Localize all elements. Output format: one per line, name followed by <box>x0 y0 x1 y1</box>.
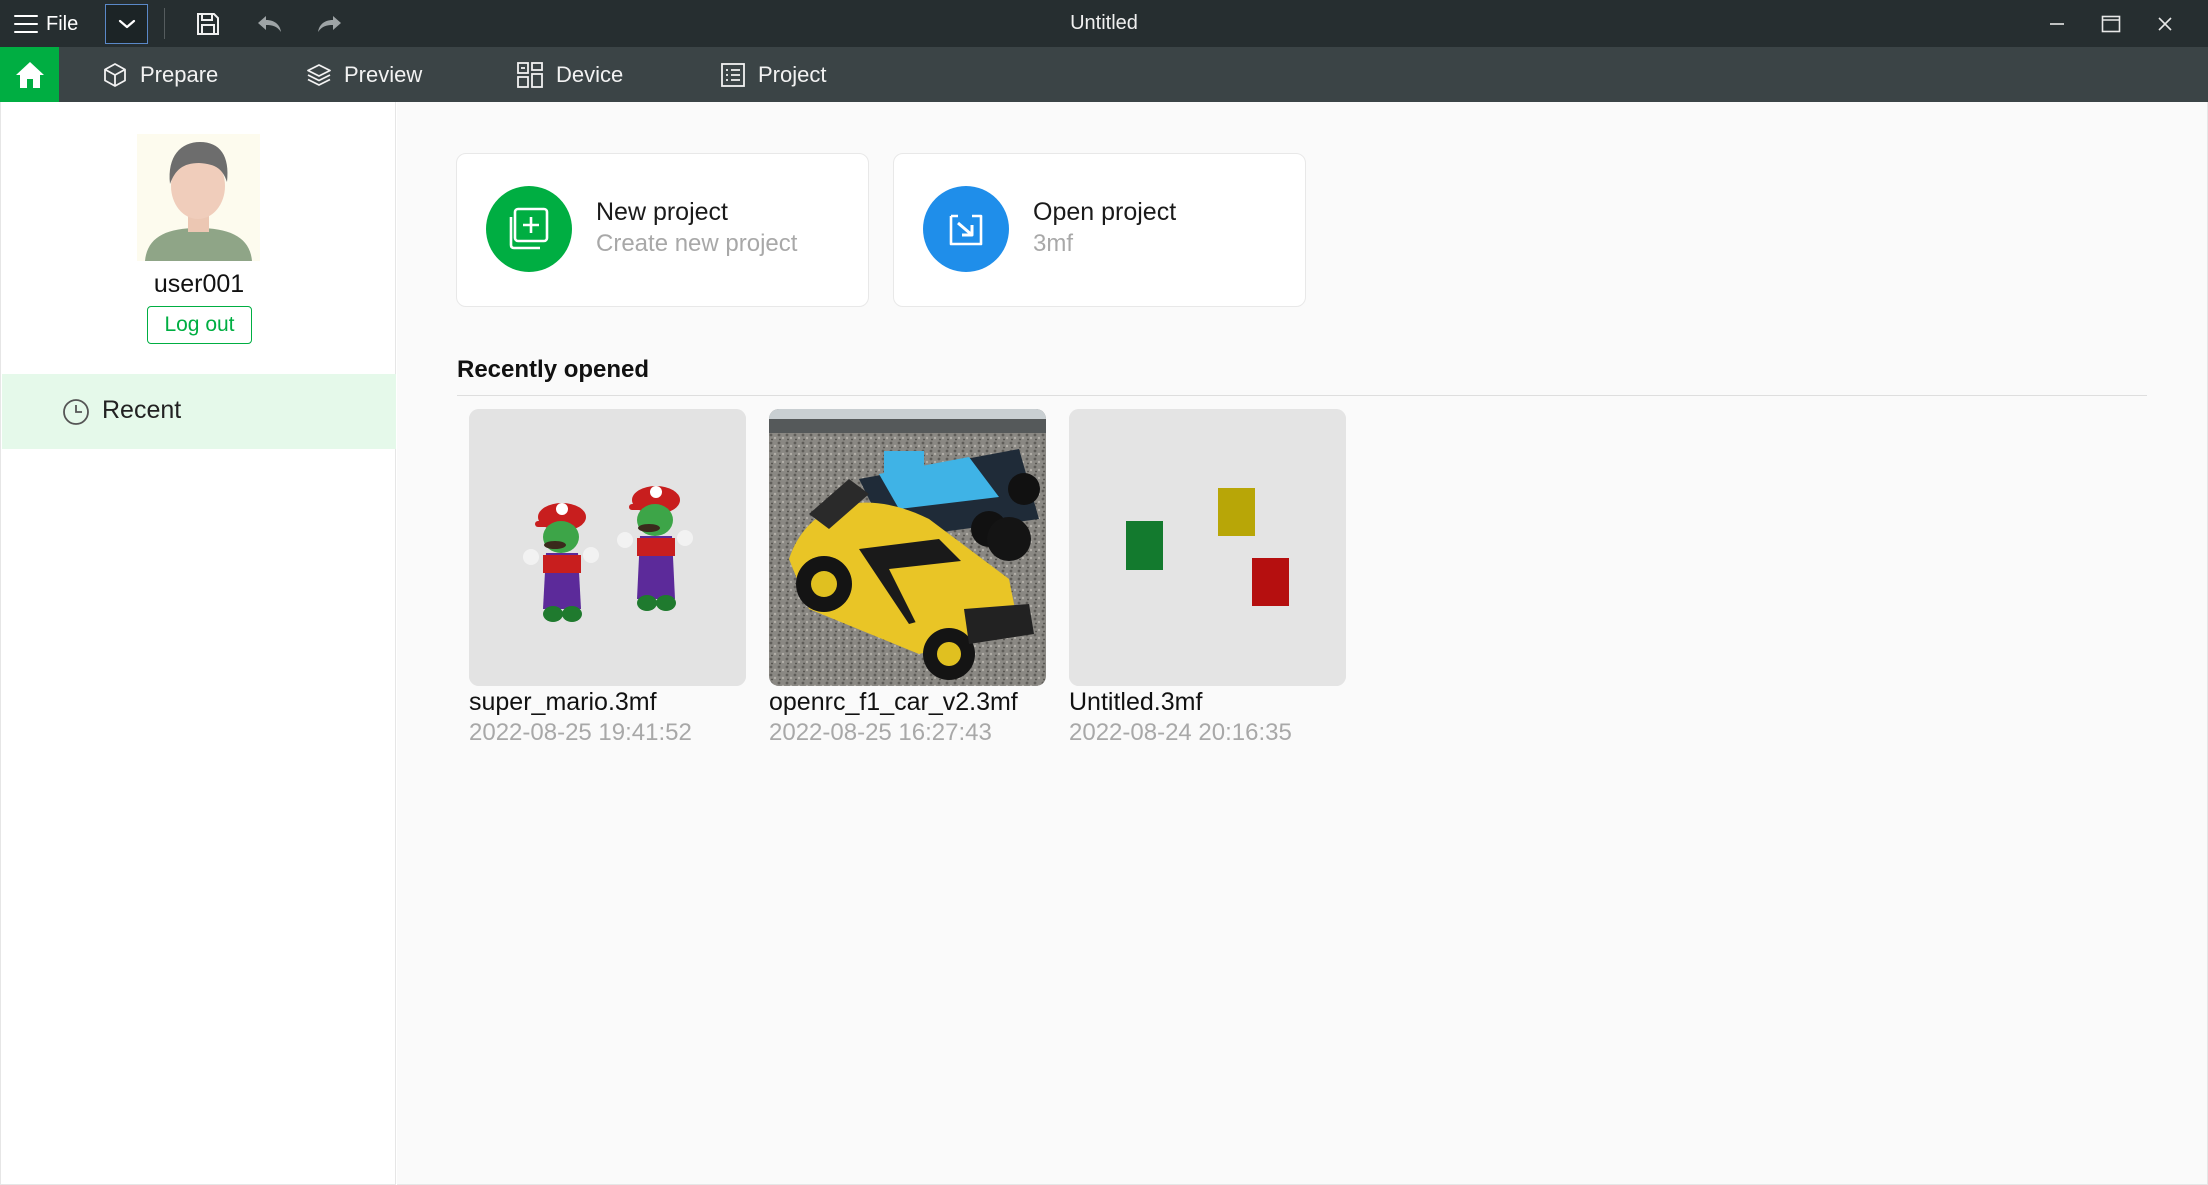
hamburger-icon <box>14 15 38 33</box>
save-icon <box>197 13 219 35</box>
undo-icon <box>258 16 281 32</box>
recent-file-item[interactable]: openrc_f1_car_v2.3mf 2022-08-25 16:27:43 <box>769 409 1046 747</box>
recent-file-date: 2022-08-24 20:16:35 <box>1069 719 1292 746</box>
minimize-icon <box>2050 23 2064 25</box>
open-project-icon <box>949 214 983 246</box>
recent-file-name: super_mario.3mf <box>469 688 657 716</box>
undo-button[interactable] <box>253 9 285 39</box>
mario-model-thumbnail <box>469 409 746 686</box>
tab-prepare-label: Prepare <box>140 61 219 87</box>
recent-file-date: 2022-08-25 19:41:52 <box>469 719 692 746</box>
untitled-model-thumbnail <box>1069 409 1346 686</box>
redo-button[interactable] <box>314 9 346 39</box>
logout-button[interactable]: Log out <box>147 306 252 344</box>
maximize-button[interactable] <box>2086 5 2136 43</box>
quick-access-dropdown-button[interactable] <box>105 4 148 44</box>
cube-icon <box>104 62 126 87</box>
tab-project[interactable]: Project <box>720 47 826 102</box>
redo-icon <box>318 16 341 32</box>
sidebar-item-recent[interactable]: Recent <box>2 374 396 449</box>
tab-device[interactable]: Device <box>516 47 623 102</box>
user-avatar-icon <box>137 134 260 261</box>
close-icon <box>2158 17 2172 31</box>
chevron-down-icon <box>118 19 135 29</box>
open-project-card[interactable]: Open project 3mf <box>893 153 1306 307</box>
avatar[interactable] <box>137 134 260 261</box>
recent-file-thumbnail <box>1069 409 1346 686</box>
layers-icon <box>307 63 331 86</box>
tab-device-label: Device <box>556 61 624 87</box>
document-list-icon <box>721 62 745 87</box>
recent-file-thumbnail <box>769 409 1046 686</box>
toolbar-divider <box>164 8 165 39</box>
sidebar: user001 Log out Recent <box>0 102 396 1185</box>
main-tab-bar: Prepare Preview Device Project <box>0 47 2208 102</box>
open-project-title: Open project <box>1033 198 1177 226</box>
tab-preview-label: Preview <box>344 61 423 87</box>
file-menu-label: File <box>46 12 79 35</box>
new-project-subtitle: Create new project <box>596 230 798 257</box>
recent-section-title: Recently opened <box>457 356 650 383</box>
save-button[interactable] <box>192 9 224 39</box>
maximize-icon <box>2101 15 2121 33</box>
recent-file-date: 2022-08-25 16:27:43 <box>769 719 992 746</box>
new-project-title: New project <box>596 198 728 226</box>
home-content: New project Create new project Open proj… <box>397 102 2208 1185</box>
recent-file-item[interactable]: Untitled.3mf 2022-08-24 20:16:35 <box>1069 409 1346 747</box>
tab-prepare[interactable]: Prepare <box>102 47 218 102</box>
new-project-icon-badge <box>486 186 572 272</box>
title-bar: File Untitled <box>0 0 2208 47</box>
open-project-subtitle: 3mf <box>1033 230 1074 257</box>
section-divider <box>457 395 2147 396</box>
recent-file-name: openrc_f1_car_v2.3mf <box>769 688 1018 716</box>
open-project-icon-badge <box>923 186 1009 272</box>
tab-project-label: Project <box>758 61 827 87</box>
minimize-button[interactable] <box>2032 5 2082 43</box>
new-project-card[interactable]: New project Create new project <box>456 153 869 307</box>
sidebar-item-label: Recent <box>102 396 182 424</box>
username-label: user001 <box>153 270 245 298</box>
tab-home[interactable] <box>0 47 59 102</box>
f1-car-photo-thumbnail <box>769 409 1046 686</box>
close-button[interactable] <box>2140 5 2190 43</box>
recent-file-item[interactable]: super_mario.3mf 2022-08-25 19:41:52 <box>469 409 746 747</box>
recent-file-thumbnail <box>469 409 746 686</box>
device-icon <box>517 61 543 88</box>
clock-icon <box>63 399 89 425</box>
tab-preview[interactable]: Preview <box>306 47 422 102</box>
new-project-icon <box>509 207 549 250</box>
recent-file-name: Untitled.3mf <box>1069 688 1203 716</box>
file-menu-button[interactable]: File <box>14 10 78 38</box>
home-icon <box>15 61 44 88</box>
